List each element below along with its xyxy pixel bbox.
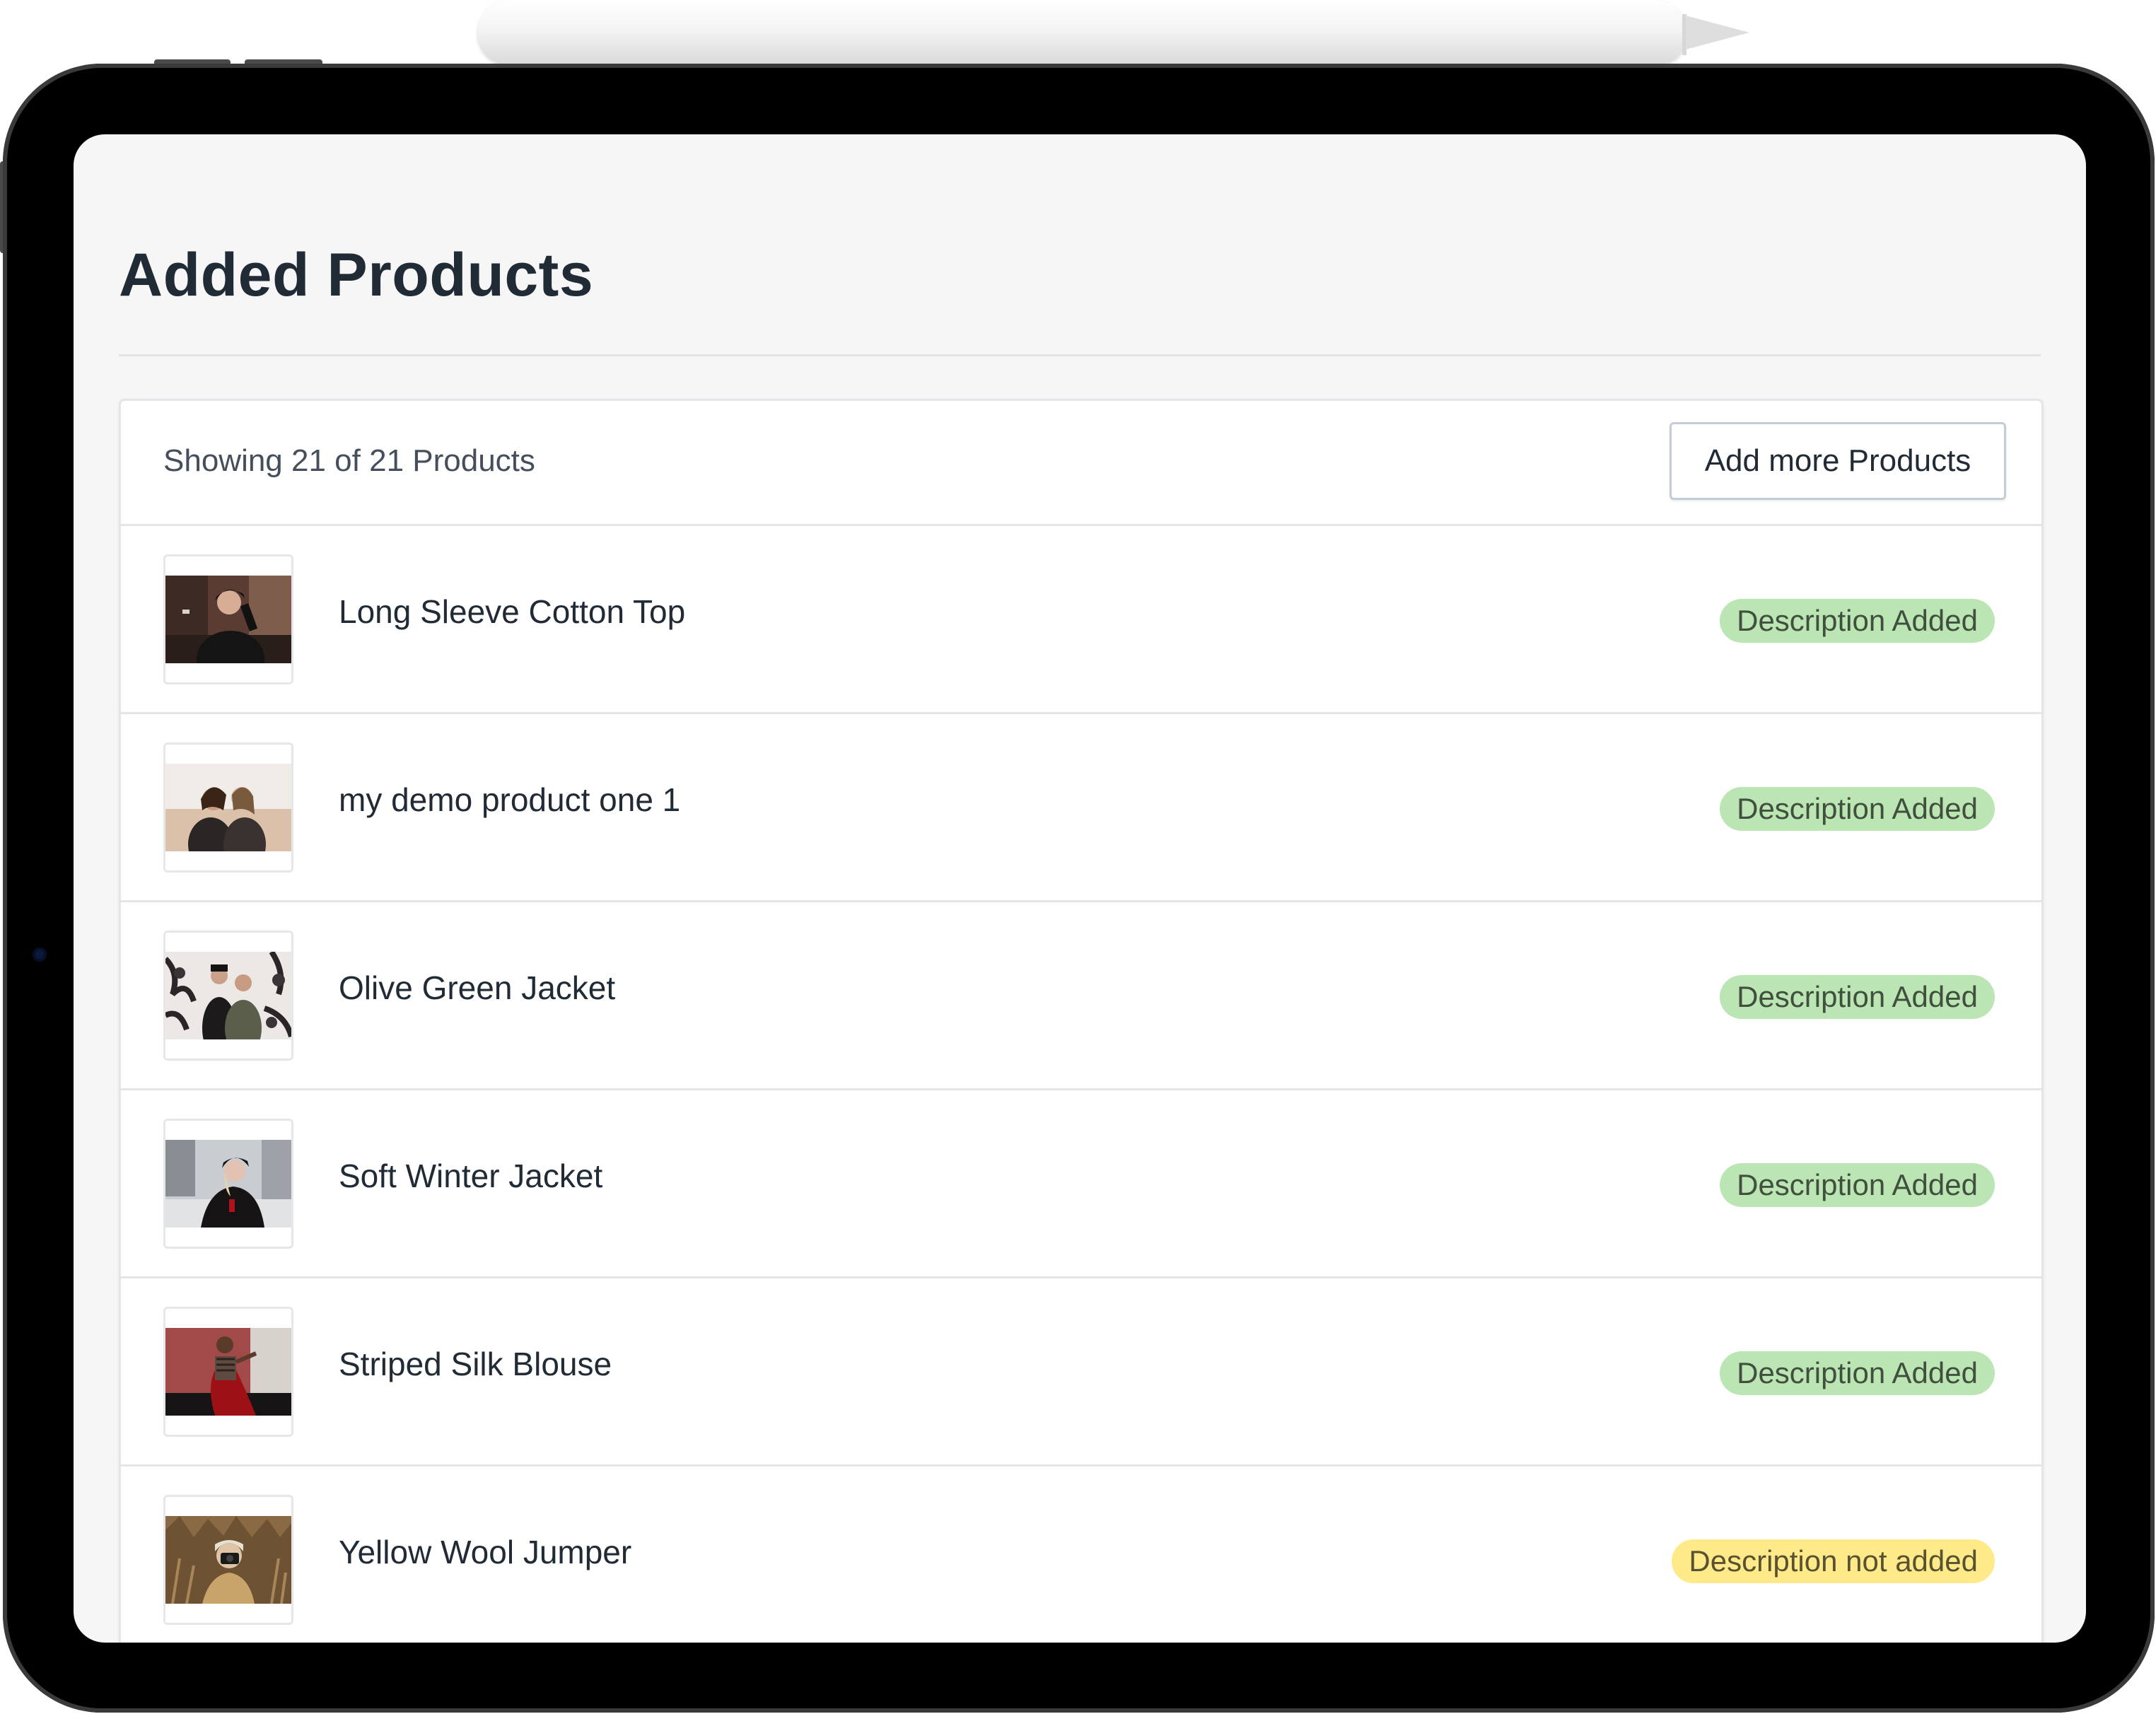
product-title[interactable]: Yellow Wool Jumper xyxy=(339,1533,631,1571)
product-title[interactable]: Long Sleeve Cotton Top xyxy=(339,593,685,631)
two-women-beach-photo xyxy=(165,764,291,851)
couple-patterned-wall-photo xyxy=(165,952,291,1039)
status-badge: Description Added xyxy=(1720,975,1995,1019)
product-thumbnail[interactable] xyxy=(163,1495,293,1625)
status-badge: Description not added xyxy=(1672,1539,1995,1583)
title-divider xyxy=(119,354,2041,356)
product-row[interactable]: Soft Winter Jacket Description Added xyxy=(121,1090,2041,1278)
result-count: Showing 21 of 21 Products xyxy=(163,443,535,478)
product-thumbnail[interactable] xyxy=(163,931,293,1061)
product-row[interactable]: Striped Silk Blouse Description Added xyxy=(121,1278,2041,1467)
status-badge: Description Added xyxy=(1720,787,1995,831)
status-badge: Description Added xyxy=(1720,1163,1995,1207)
products-card-header: Showing 21 of 21 Products Add more Produ… xyxy=(121,401,2041,526)
product-row[interactable]: Yellow Wool Jumper Description not added xyxy=(121,1467,2041,1643)
product-thumbnail[interactable] xyxy=(163,1119,293,1249)
product-row[interactable]: my demo product one 1 Description Added xyxy=(121,714,2041,902)
product-title[interactable]: Olive Green Jacket xyxy=(339,969,615,1007)
products-card: Showing 21 of 21 Products Add more Produ… xyxy=(119,399,2044,1643)
woman-camera-field-photo xyxy=(165,1516,291,1604)
product-row[interactable]: Olive Green Jacket Description Added xyxy=(121,902,2041,1090)
product-thumbnail[interactable] xyxy=(163,1307,293,1437)
woman-red-dress-photo xyxy=(165,1328,291,1416)
product-row[interactable]: Long Sleeve Cotton Top Description Added xyxy=(121,526,2041,714)
product-thumbnail[interactable] xyxy=(163,554,293,684)
apple-pencil-tip xyxy=(1686,16,1749,49)
status-badge: Description Added xyxy=(1720,599,1995,643)
product-title[interactable]: Striped Silk Blouse xyxy=(339,1345,612,1383)
woman-winter-street-photo xyxy=(165,1140,291,1228)
product-title[interactable]: my demo product one 1 xyxy=(339,781,680,819)
page-title: Added Products xyxy=(119,241,594,309)
tablet-screen: Added Products Showing 21 of 21 Products… xyxy=(74,134,2086,1643)
front-camera xyxy=(33,948,47,962)
add-more-products-button[interactable]: Add more Products xyxy=(1670,422,2006,500)
product-thumbnail[interactable] xyxy=(163,742,293,873)
product-title[interactable]: Soft Winter Jacket xyxy=(339,1157,602,1195)
status-badge: Description Added xyxy=(1720,1351,1995,1395)
woman-dark-top-photo xyxy=(165,576,291,663)
apple-pencil xyxy=(478,0,1687,65)
